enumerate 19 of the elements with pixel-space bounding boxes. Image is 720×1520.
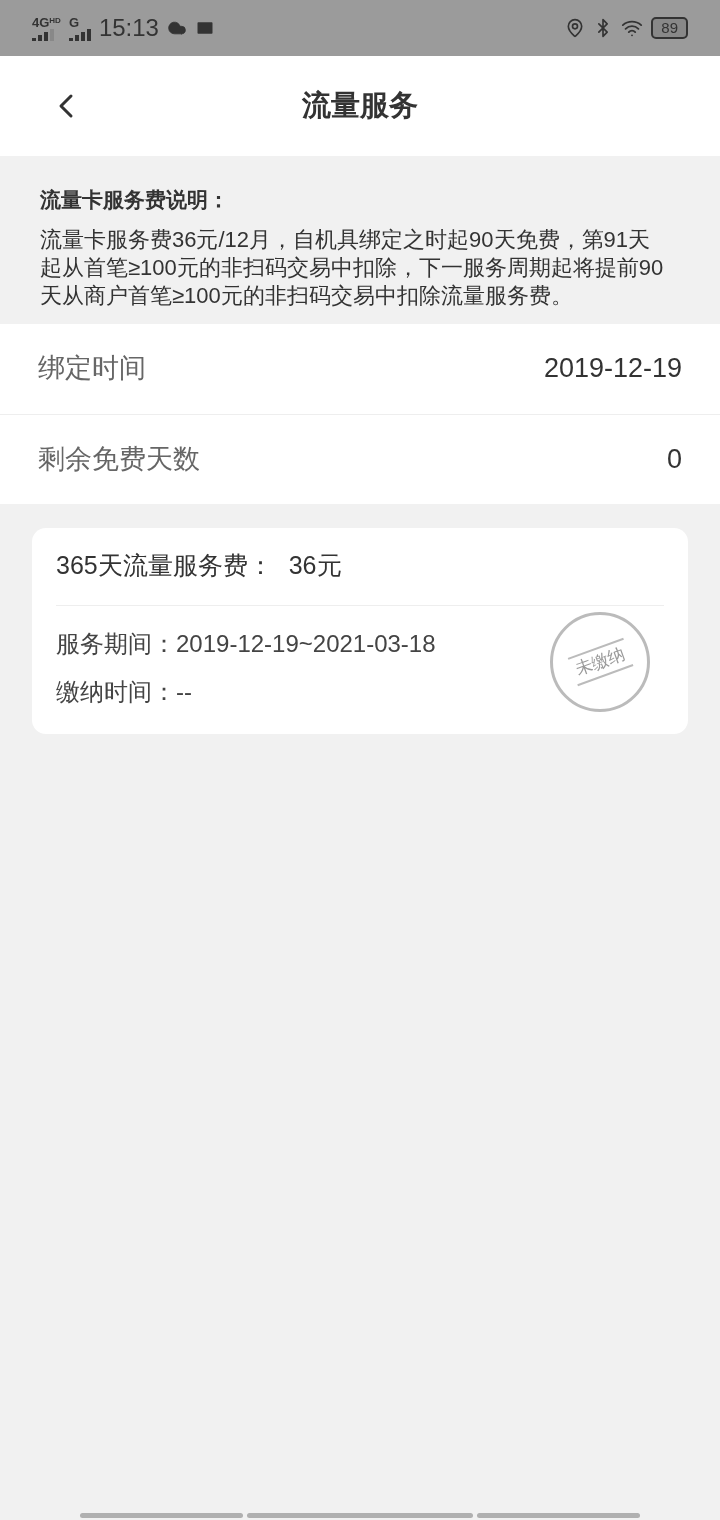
row-label: 绑定时间 — [38, 352, 146, 386]
row-value: 2019-12-19 — [543, 352, 682, 386]
status-time: 15:13 — [98, 13, 159, 43]
signal-icon — [68, 28, 91, 41]
network-label: 4G$^{HD}$ — [32, 15, 61, 29]
network-label: G — [68, 15, 80, 29]
row-label: 剩余免费天数 — [38, 442, 200, 476]
network-sup: HD — [49, 15, 61, 25]
fee-title: 365天流量服务费： — [56, 550, 273, 582]
fee-amount: 36元 — [288, 550, 342, 582]
page-title: 流量服务 — [302, 88, 418, 124]
stamp-text: 未缴纳 — [567, 637, 633, 686]
detail-line: 缴纳时间：-- — [56, 676, 192, 707]
notice-title: 流量卡服务费说明： — [40, 187, 230, 213]
detail-line: 服务期间：2019-12-19~2021-03-18 — [56, 628, 436, 659]
battery-icon: 89 — [651, 17, 688, 39]
row-value: 0 — [666, 442, 682, 476]
signal-icon — [32, 28, 54, 41]
notice-text: 流量卡服务费36元/12月，自机具绑定之时起90天免费，第91天起从首笔≥100元的非扫码交易中扣除，下一服务周期起将提前90天从商户首笔≥100元的非扫码交易中扣除流量服务费。 — [40, 225, 665, 310]
